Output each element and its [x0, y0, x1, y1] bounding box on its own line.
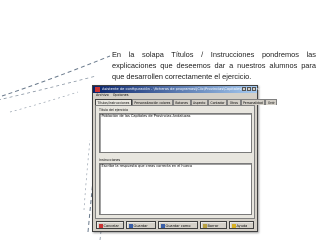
save-as-button-label: Guardar como — [165, 224, 191, 228]
tab-ordr[interactable]: Ordr — [265, 99, 278, 105]
instructions-label: Instrucciones — [99, 158, 121, 162]
menu-bar: Archivo Opciones — [93, 93, 257, 98]
save-button[interactable]: Guardar — [126, 221, 156, 229]
instructions-field[interactable]: Escribe la respuesta que creas correcta … — [99, 163, 252, 215]
help-button-label: Ayuda — [236, 224, 248, 228]
cancel-button[interactable]: Cancelar — [96, 221, 124, 229]
clear-icon — [202, 223, 207, 228]
help-icon — [231, 223, 236, 228]
maximize-icon[interactable] — [247, 87, 251, 91]
caption-text: En la solapa Títulos / Instrucciones pon… — [112, 50, 316, 81]
configuration-assistant-window: Asistente de configuración - \ficheros d… — [92, 85, 278, 232]
exercise-title-field[interactable]: Población de las Capitales de Provincias… — [99, 113, 252, 153]
tab-panel: Título del ejercicio Población de las Ca… — [95, 105, 255, 219]
menu-archivo[interactable]: Archivo — [96, 93, 109, 97]
clear-button-label: Borrar — [207, 224, 219, 228]
close-icon[interactable] — [252, 87, 256, 91]
save-button-label: Guardar — [133, 224, 148, 228]
save-as-button[interactable]: Guardar como — [158, 221, 198, 229]
menu-opciones[interactable]: Opciones — [113, 93, 129, 97]
help-button[interactable]: Ayuda — [229, 221, 254, 229]
clear-button[interactable]: Borrar — [200, 221, 227, 229]
cancel-icon — [98, 223, 103, 228]
minimize-icon[interactable] — [242, 87, 246, 91]
cancel-button-label: Cancelar — [103, 224, 119, 228]
window-titlebar[interactable]: Asistente de configuración - \ficheros d… — [93, 86, 266, 93]
save-icon — [128, 223, 133, 228]
exercise-title-label: Título del ejercicio — [99, 108, 129, 112]
app-icon — [95, 87, 100, 92]
button-bar: Cancelar Guardar Guardar como Borrar Ayu… — [95, 220, 255, 230]
save-as-icon — [160, 223, 165, 228]
